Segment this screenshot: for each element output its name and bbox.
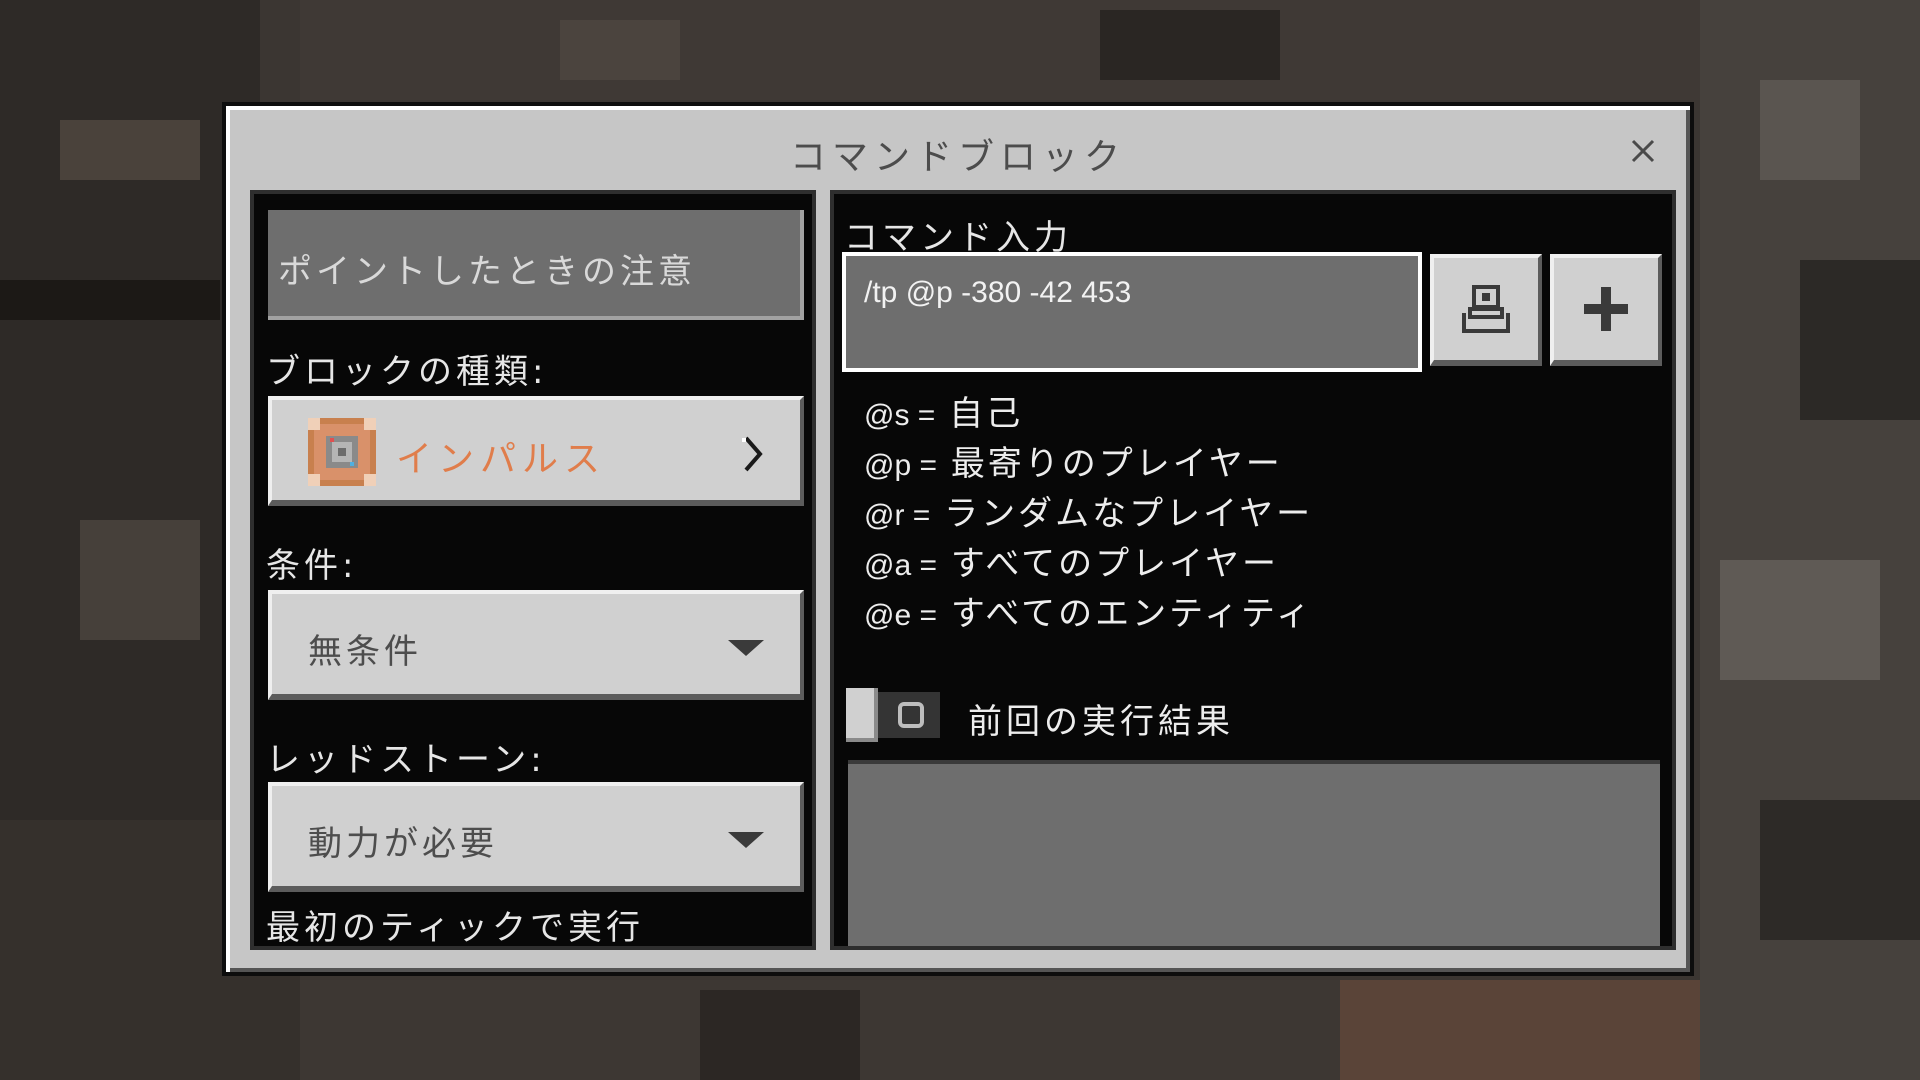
previous-output-label: 前回の実行結果 (968, 702, 1234, 742)
selector-help: @s = 自己 @p = 最寄りのプレイヤー @r = ランダムなプレイヤー @… (864, 390, 1313, 640)
condition-value: 無条件 (308, 632, 422, 672)
toggle-knob (846, 688, 878, 742)
first-tick-label: 最初のティックで実行 (266, 908, 644, 948)
block-type-button[interactable]: インパルス (268, 396, 804, 506)
add-button[interactable] (1550, 254, 1662, 366)
chevron-down-icon (728, 832, 764, 848)
help-line: @r = ランダムなプレイヤー (864, 494, 1314, 534)
command-block-icon (308, 418, 376, 486)
code-builder-button[interactable] (1430, 254, 1542, 366)
help-line: @a = すべてのプレイヤー (864, 544, 1280, 584)
redstone-dropdown[interactable]: 動力が必要 (268, 782, 804, 892)
command-panel: コマンド入力 /tp @p -380 -42 453 @s = 自己 @p = … (830, 190, 1676, 950)
help-line: @p = 最寄りのプレイヤー (864, 444, 1283, 484)
block-type-label: ブロックの種類: (266, 352, 548, 392)
plus-icon (1584, 287, 1628, 331)
agent-icon (1462, 285, 1510, 333)
redstone-label: レッドストーン: (266, 740, 546, 780)
settings-panel: ポイントしたときの注意 ブロックの種類: インパルス 条件: 無条件 レッドスト… (250, 190, 816, 950)
help-line: @s = 自己 (864, 394, 1024, 434)
dialog-title: コマンドブロック (789, 137, 1126, 178)
toggle-off-icon (898, 702, 924, 728)
chevron-right-icon (742, 436, 764, 472)
condition-label: 条件: (266, 546, 358, 586)
hover-note-input[interactable]: ポイントしたときの注意 (268, 210, 804, 320)
previous-output-box (848, 760, 1660, 946)
help-line: @e = すべてのエンティティ (864, 594, 1313, 634)
command-input[interactable]: /tp @p -380 -42 453 (842, 252, 1422, 372)
chevron-down-icon (728, 640, 764, 656)
command-block-dialog: コマンドブロック ポイントしたときの注意 ブロックの種類: インパルス 条件: … (222, 102, 1694, 976)
previous-output-toggle[interactable] (846, 688, 944, 742)
redstone-value: 動力が必要 (308, 824, 498, 864)
condition-dropdown[interactable]: 無条件 (268, 590, 804, 700)
close-icon[interactable] (1628, 136, 1658, 166)
block-type-value: インパルス (396, 439, 607, 480)
